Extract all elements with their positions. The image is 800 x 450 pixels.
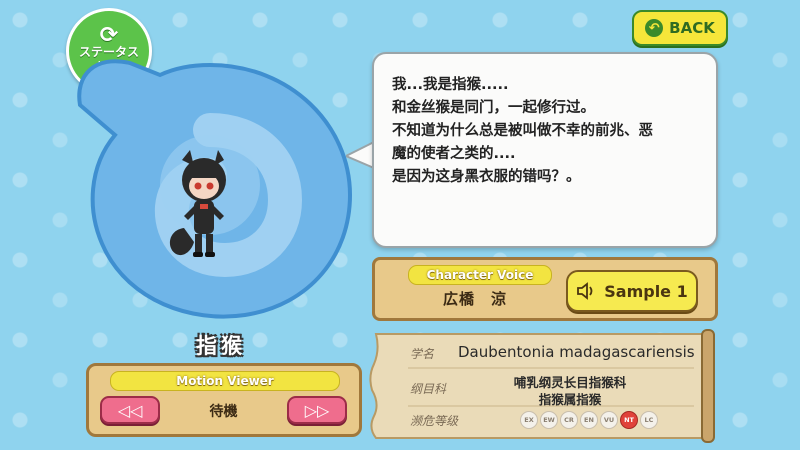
double-left-arrow-icon: ◁◁ <box>117 400 143 420</box>
scientific-name-key: 学名 <box>410 347 435 361</box>
taxonomy-line-2: 指猴属指猴 <box>538 392 602 407</box>
dialogue-box: 我...我是指猴..... 和金丝猴是同门，一起修行过。 不知道为什么总是被叫做… <box>372 52 718 248</box>
iucn-badge: EN <box>580 411 598 429</box>
dialogue-line: 不知道为什么总是被叫做不幸的前兆、恶 <box>392 123 653 139</box>
double-right-arrow-icon: ▷▷ <box>304 400 330 420</box>
dialogue-line: 我...我是指猴..... <box>392 77 509 93</box>
voice-actor-name: 広橋 涼 <box>442 290 507 308</box>
sample-voice-label: Sample 1 <box>604 281 688 301</box>
dialogue-line: 是因为这身黑衣服的错吗？。 <box>392 169 581 185</box>
character-name: 指猴 <box>196 334 246 358</box>
iucn-status-row: EX EW CR EN VU NT LC <box>520 411 658 429</box>
taxonomy-key: 纲目科 <box>410 382 447 396</box>
endangered-level-key: 濒危等级 <box>410 414 459 428</box>
sample-voice-button[interactable]: Sample 1 <box>566 270 698 312</box>
back-arrow-icon: ↶ <box>645 19 664 37</box>
voice-label: Character Voice <box>408 265 552 285</box>
back-button[interactable]: ↶ BACK <box>632 10 728 46</box>
back-button-label: BACK <box>669 19 715 37</box>
next-motion-button[interactable]: ▷▷ <box>287 396 347 424</box>
dialogue-line: 和金丝猴是同门，一起修行过。 <box>392 100 595 116</box>
character-sprite <box>169 150 226 257</box>
iucn-badge: NT <box>620 411 638 429</box>
motion-name: 待機 <box>209 404 238 420</box>
iucn-badge: VU <box>600 411 618 429</box>
iucn-badge: EX <box>520 411 538 429</box>
scientific-name-value: Daubentonia madagascariensis <box>458 343 695 361</box>
motion-viewer-label: Motion Viewer <box>110 371 340 391</box>
iucn-badge: LC <box>640 411 658 429</box>
iucn-badge: CR <box>560 411 578 429</box>
speaker-icon <box>577 282 593 300</box>
dialogue-line: 魔的使者之类的.... <box>392 146 516 162</box>
prev-motion-button[interactable]: ◁◁ <box>100 396 160 424</box>
iucn-badge: EW <box>540 411 558 429</box>
